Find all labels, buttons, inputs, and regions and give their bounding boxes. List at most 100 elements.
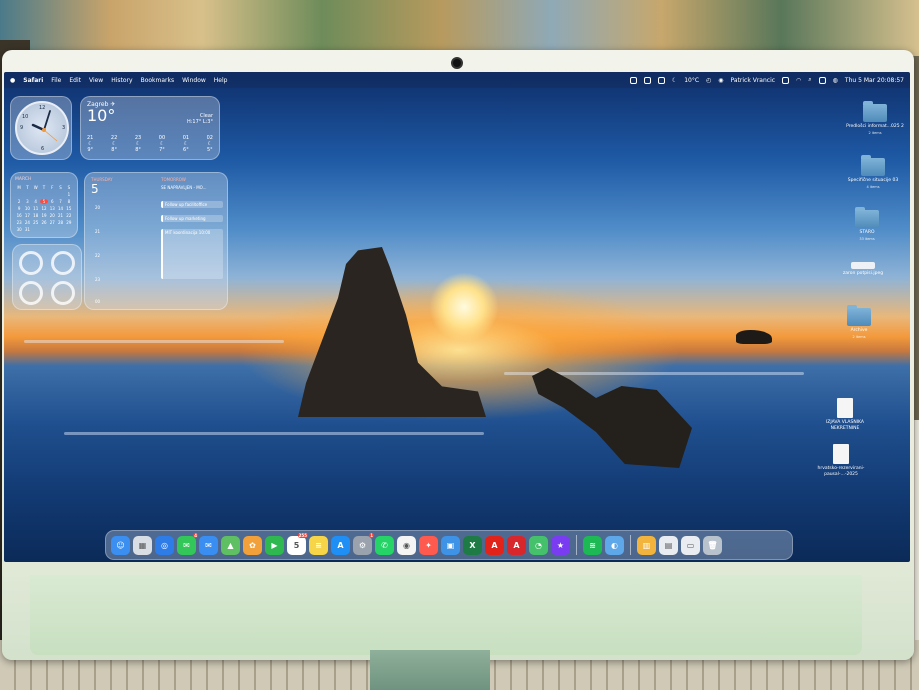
calendar-upnext-widget[interactable]: THURSDAY 5 TOMORROW SE NAPRAVLJEN - MO..… (84, 172, 228, 310)
menu-bookmarks[interactable]: Bookmarks (141, 77, 175, 84)
forecast-hour: 00 ☾ 7° (158, 135, 166, 153)
upnext-hour: 21 (95, 229, 101, 234)
wifi-icon[interactable]: ◠ (796, 77, 801, 84)
menu-view[interactable]: View (89, 77, 103, 84)
calendar-day (56, 192, 64, 197)
upnext-hour: 23 (95, 277, 101, 282)
headphones-battery-icon (19, 251, 43, 275)
calendar-day: 2 (17, 199, 21, 204)
siri-icon[interactable]: ◍ (833, 77, 838, 84)
menu-history[interactable]: History (111, 77, 132, 84)
desktop-image-file[interactable]: zaron potpisi.jpeg (834, 262, 892, 277)
menu-edit[interactable]: Edit (69, 77, 81, 84)
dock-separator (630, 535, 631, 555)
status-extension-icon[interactable] (643, 76, 651, 84)
dock-app-whatsapp-icon[interactable]: ✆ (375, 535, 394, 555)
weather-status[interactable]: 10°C (684, 77, 699, 84)
user-icon[interactable]: ◉ (718, 77, 723, 84)
weather-widget[interactable]: Zagreb ✈ 10° Clear H:17° L:3° 21 ☾ 9° 22 ☾ 8… (80, 96, 220, 160)
dock-app-stacks-icon[interactable]: ▥ (637, 535, 656, 555)
dock-app-glyph: ★ (556, 540, 565, 550)
dock-app-facetime-icon[interactable]: ▶ (265, 535, 284, 555)
notification-badge: 1 (369, 532, 374, 538)
desktop-folder[interactable]: STARO 33 items (838, 207, 896, 242)
notification-badge: 4 (193, 532, 198, 538)
menu-file[interactable]: File (51, 77, 61, 84)
batteries-widget[interactable] (12, 244, 82, 310)
desktop-document[interactable]: hrvatsko-rezervirani-pausal-...-2025 (812, 444, 870, 478)
calendar-day: 11 (33, 206, 39, 211)
dock-app-messages-icon[interactable]: ✉ 4 (177, 532, 198, 555)
dock-app-finder-icon[interactable]: ☺ (111, 535, 130, 555)
wallpaper-rocks (532, 368, 692, 468)
dock-app-notes-icon[interactable]: ≡ (309, 535, 328, 555)
calendar-weekday: M (17, 185, 21, 190)
calendar-day: 30 (16, 227, 22, 232)
upnext-hour: 22 (95, 253, 101, 258)
dock-app-calendar-icon[interactable]: 5 255 (287, 532, 308, 555)
dock-app-craft-icon[interactable]: ✦ (419, 535, 438, 555)
status-extension-icon[interactable] (629, 76, 637, 84)
desktop-folder[interactable]: Predlošci informat...025 22 items (846, 101, 904, 136)
dock-app-safari-icon[interactable]: ◎ (155, 535, 174, 555)
dock-app-glyph: ▣ (446, 540, 455, 550)
calendar-event[interactable]: MIT koordinacija 10:00 (161, 229, 223, 279)
timer-icon[interactable]: ◴ (706, 77, 711, 84)
apple-menu-icon[interactable]: ● (10, 77, 15, 84)
dock-app-downloads-icon[interactable]: ▭ (681, 535, 700, 555)
dock-app-maps-icon[interactable]: ▲ (221, 535, 240, 555)
dock-app-glyph: A (491, 540, 498, 550)
screen: ● Safari File Edit View History Bookmark… (4, 72, 910, 562)
clock-widget[interactable]: 12 3 6 9 10 (10, 96, 72, 160)
search-icon[interactable]: ⌕ (808, 76, 811, 84)
battery-icon[interactable] (782, 76, 790, 84)
desktop-document[interactable]: IZJAVA VLASNIKA NEKRETNINE (816, 398, 874, 432)
dock-app-photos-icon[interactable]: ✿ (243, 535, 262, 555)
dock-app-documents-icon[interactable]: ▤ (659, 535, 678, 555)
dock-app-excel-icon[interactable]: X (463, 535, 482, 555)
dock-app-mail-icon[interactable]: ✉ (199, 535, 218, 555)
user-name[interactable]: Patrick Vrancic (731, 77, 776, 84)
dock-app-trash-icon[interactable]: 🗑 (703, 535, 722, 555)
clock-number: 12 (39, 105, 46, 111)
dock-app-chrome-icon[interactable]: ◉ (397, 535, 416, 555)
calendar-day: 13 (49, 206, 55, 211)
dock-app-app-store-icon[interactable]: A (331, 535, 350, 555)
calendar-event[interactable]: Follow up marketing (161, 215, 223, 222)
dock-app-phone-link-icon[interactable]: ◔ (529, 535, 548, 555)
calendar-day: 26 (41, 220, 47, 225)
dock-app-launchpad-icon[interactable]: ▦ (133, 535, 152, 555)
menu-window[interactable]: Window (182, 77, 206, 84)
calendar-day: 28 (58, 220, 64, 225)
control-center-icon[interactable] (818, 76, 826, 84)
calendar-day: 15 (66, 206, 72, 211)
dock-app-glyph: 🗑 (707, 540, 718, 550)
desktop-folder[interactable]: Archive 2 items (830, 305, 888, 340)
dock-app-glyph: ≡ (315, 540, 322, 550)
dock-app-glyph: ⚙ (358, 540, 367, 550)
dock-app-system-settings-icon[interactable]: ⚙ 1 (353, 532, 374, 555)
weather-forecast: 21 ☾ 9° 22 ☾ 8° 23 ☾ 8° 00 ☾ 7° 01 ☾ 6° 02 ☾ 5° (87, 135, 213, 153)
camera-icon (451, 57, 463, 69)
dock-app-spotify-icon[interactable]: ≋ (583, 535, 602, 555)
calendar-day: 27 (49, 220, 55, 225)
dock-app-acrobat-reader-icon[interactable]: A (507, 535, 526, 555)
dock-app-finder-recent-icon[interactable]: ◐ (605, 535, 624, 555)
weather-status-icon[interactable]: ☾ (672, 77, 677, 84)
desktop-folder[interactable]: Specifične situacije 03 4 items (844, 155, 902, 190)
dock-app-acrobat-icon[interactable]: A (485, 535, 504, 555)
calendar-widget[interactable]: MARCH M T W T F S S 1 2 3 4 5 6 7 8 9 10 11 12 13 14 15 16 17 18… (10, 172, 78, 238)
clock-number: 6 (41, 146, 45, 152)
dock-app-glyph: ◉ (403, 540, 410, 550)
calendar-event[interactable]: Follow up facilitoffice (161, 201, 223, 208)
menu-help[interactable]: Help (214, 77, 228, 84)
menu-app-name[interactable]: Safari (23, 77, 43, 84)
upnext-first-event[interactable]: SE NAPRAVLJEN - MO... (161, 185, 206, 190)
dock-app-glyph: ≋ (589, 540, 596, 550)
wallpaper-wave (64, 432, 484, 435)
clock-number: 3 (62, 125, 66, 131)
dock-app-preview-icon[interactable]: ▣ (441, 535, 460, 555)
menu-clock[interactable]: Thu 5 Mar 20:08:57 (845, 77, 904, 84)
status-extension-icon[interactable] (657, 76, 665, 84)
dock-app-imovie-icon[interactable]: ★ (551, 535, 570, 555)
